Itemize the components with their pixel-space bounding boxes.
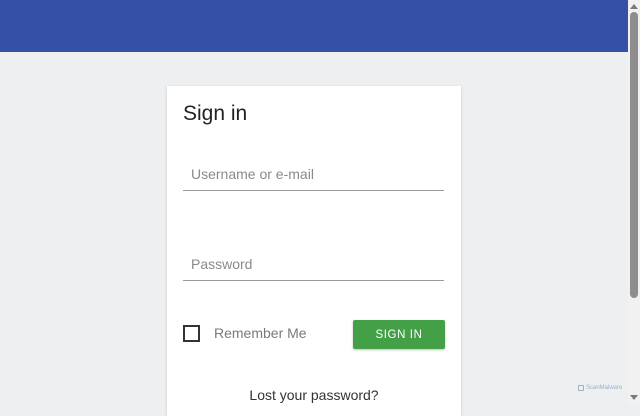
sign-in-title: Sign in: [183, 102, 248, 125]
password-input[interactable]: [183, 247, 444, 281]
sign-in-button[interactable]: SIGN IN: [353, 320, 445, 349]
scrollbar-thumb[interactable]: [630, 12, 638, 298]
username-input[interactable]: [183, 157, 444, 191]
watermark-text: ScanMalware: [586, 385, 623, 391]
scroll-down-arrow-icon[interactable]: [630, 395, 638, 400]
remember-me-label[interactable]: Remember Me: [214, 325, 307, 341]
remember-me-checkbox[interactable]: [183, 324, 200, 342]
scroll-up-arrow-icon[interactable]: [630, 4, 638, 9]
scanmalware-logo-icon: [578, 385, 584, 391]
sign-in-card: Sign in Remember Me SIGN IN Lost your pa…: [167, 86, 461, 416]
watermark: ScanMalware: [578, 385, 622, 391]
page-scrollbar[interactable]: [628, 0, 640, 404]
lost-password-link[interactable]: Lost your password?: [167, 387, 461, 403]
remember-me-toggle[interactable]: Remember Me: [183, 324, 307, 342]
top-header-bar: [0, 0, 628, 52]
